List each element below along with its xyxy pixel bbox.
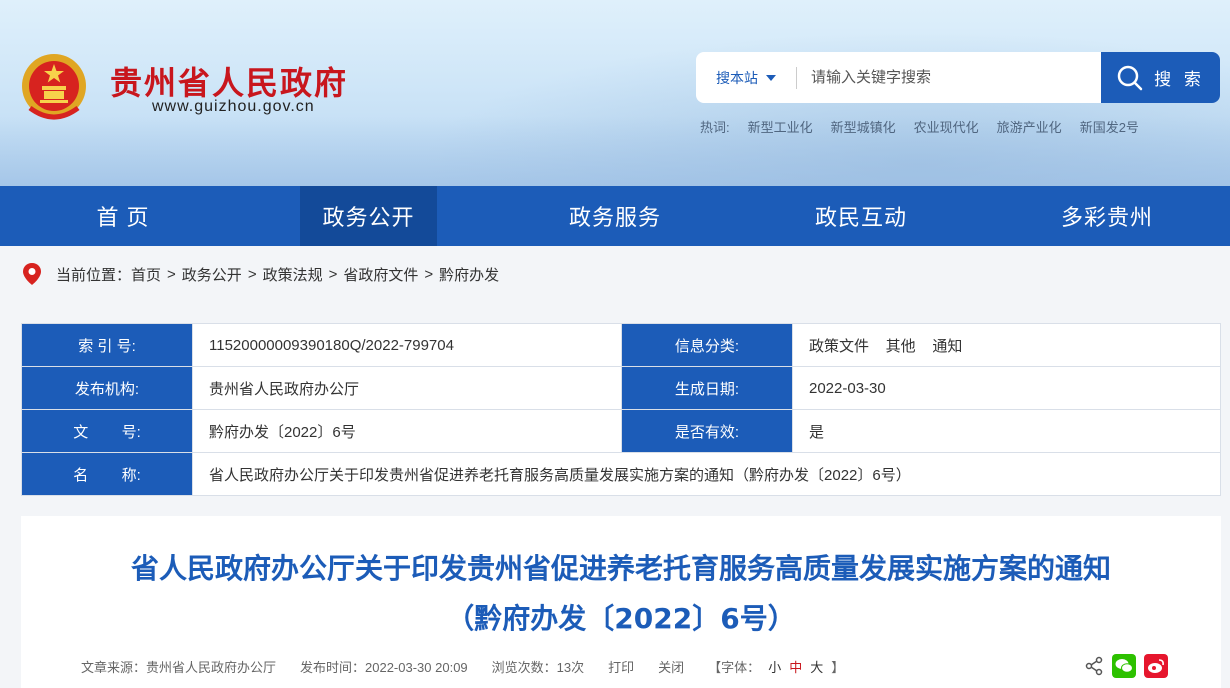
category-value: 政策文件 其他 通知	[792, 323, 1221, 367]
font-size-medium-button[interactable]: 中	[789, 657, 802, 676]
hotword-link[interactable]: 新国发2号	[1080, 117, 1139, 136]
document-number-value: 黔府办发〔2022〕6号	[192, 409, 622, 453]
nav-item-colorful-guizhou[interactable]: 多彩贵州	[984, 186, 1230, 246]
weibo-share-icon[interactable]	[1144, 654, 1168, 678]
hotword-link[interactable]: 新型城镇化	[831, 117, 896, 136]
hotword-link[interactable]: 农业现代化	[914, 117, 979, 136]
breadcrumb-label: 当前位置：	[56, 266, 132, 284]
breadcrumb-link[interactable]: 黔府办发	[439, 264, 499, 285]
breadcrumb-link[interactable]: 政策法规	[263, 264, 323, 285]
hotwords: 热词: 新型工业化 新型城镇化 农业现代化 旅游产业化 新国发2号	[700, 117, 1139, 136]
wechat-share-icon[interactable]	[1112, 654, 1136, 678]
search-scope-label: 搜本站	[716, 69, 758, 86]
search-scope-select[interactable]: 搜本站	[696, 52, 796, 103]
breadcrumb-link[interactable]: 省政府文件	[343, 264, 418, 285]
name-value: 省人民政府办公厅关于印发贵州省促进养老托育服务高质量发展实施方案的通知（黔府办发…	[192, 452, 1221, 496]
table-row: 索 引 号: 11520000009390180Q/2022-799704 信息…	[21, 323, 1221, 367]
chevron-down-icon	[766, 74, 776, 81]
font-size-large-button[interactable]: 大	[810, 657, 823, 676]
date-value: 2022-03-30	[792, 366, 1221, 410]
article-view-count: 浏览次数：13次	[491, 660, 585, 675]
font-size-label: 【字体：	[708, 660, 761, 675]
weibo-icon	[1148, 659, 1164, 673]
table-row: 名 称: 省人民政府办公厅关于印发贵州省促进养老托育服务高质量发展实施方案的通知…	[21, 452, 1221, 496]
breadcrumb-separator: >	[247, 265, 257, 283]
nav-item-government-services[interactable]: 政务服务	[492, 186, 738, 246]
breadcrumb-separator: >	[167, 265, 176, 283]
share-icon[interactable]	[1084, 656, 1104, 676]
share-bar	[1084, 654, 1168, 678]
hotword-link[interactable]: 旅游产业化	[997, 117, 1062, 136]
breadcrumb-separator: >	[328, 265, 338, 283]
nav-item-interaction[interactable]: 政民互动	[738, 186, 984, 246]
search-box: 搜本站 搜 索	[696, 52, 1220, 103]
name-label: 名 称:	[21, 452, 193, 496]
publisher-label: 发布机构:	[21, 366, 193, 410]
search-input[interactable]	[797, 69, 1101, 86]
font-size-control: 【字体： 小 中 大 】	[708, 657, 844, 676]
date-label: 生成日期:	[621, 366, 793, 410]
article-title-line: （黔府办发〔2022〕6号）	[446, 602, 796, 635]
location-pin-icon	[23, 263, 41, 285]
index-number-label: 索 引 号:	[21, 323, 193, 367]
hotword-link[interactable]: 新型工业化	[748, 117, 813, 136]
publisher-value: 贵州省人民政府办公厅	[192, 366, 622, 410]
validity-label: 是否有效:	[621, 409, 793, 453]
table-row: 发布机构: 贵州省人民政府办公厅 生成日期: 2022-03-30	[21, 366, 1221, 410]
article-meta: 文章来源：贵州省人民政府办公厅 发布时间：2022-03-30 20:09 浏览…	[81, 657, 844, 676]
search-button[interactable]: 搜 索	[1101, 52, 1220, 103]
breadcrumb-separator: >	[424, 265, 434, 283]
hotwords-label: 热词:	[700, 120, 730, 135]
header-banner: 贵州省人民政府 www.guizhou.gov.cn 搜本站 搜 索 热词: 新…	[0, 0, 1230, 186]
main-nav: 首 页 政务公开 政务服务 政民互动 多彩贵州	[0, 186, 1230, 246]
font-size-bracket: 】	[831, 660, 845, 675]
nav-item-home[interactable]: 首 页	[0, 186, 246, 246]
article-source: 文章来源：贵州省人民政府办公厅	[81, 660, 277, 675]
article-title: 省人民政府办公厅关于印发贵州省促进养老托育服务高质量发展实施方案的通知 （黔府办…	[21, 544, 1221, 644]
national-emblem-icon	[22, 54, 86, 120]
article-panel: 省人民政府办公厅关于印发贵州省促进养老托育服务高质量发展实施方案的通知 （黔府办…	[21, 516, 1221, 688]
search-icon	[1117, 65, 1143, 90]
table-row: 文 号: 黔府办发〔2022〕6号 是否有效: 是	[21, 409, 1221, 453]
site-url[interactable]: www.guizhou.gov.cn	[152, 98, 315, 116]
article-publish-time: 发布时间：2022-03-30 20:09	[300, 660, 468, 675]
font-size-small-button[interactable]: 小	[768, 657, 781, 676]
validity-value: 是	[792, 409, 1221, 453]
breadcrumb-link[interactable]: 政务公开	[182, 264, 242, 285]
close-link[interactable]: 关闭	[658, 657, 684, 676]
search-button-label: 搜 索	[1154, 70, 1205, 89]
print-link[interactable]: 打印	[608, 657, 634, 676]
wechat-icon	[1115, 659, 1133, 673]
index-number-value: 11520000009390180Q/2022-799704	[192, 323, 622, 367]
breadcrumb: 当前位置： 首页 > 政务公开 > 政策法规 > 省政府文件 > 黔府办发	[0, 246, 1230, 302]
category-label: 信息分类:	[621, 323, 793, 367]
document-number-label: 文 号:	[21, 409, 193, 453]
nav-item-government-affairs[interactable]: 政务公开	[300, 186, 437, 246]
document-info-table: 索 引 号: 11520000009390180Q/2022-799704 信息…	[21, 323, 1221, 496]
breadcrumb-link[interactable]: 首页	[131, 264, 161, 285]
article-title-line: 省人民政府办公厅关于印发贵州省促进养老托育服务高质量发展实施方案的通知	[130, 552, 1111, 585]
